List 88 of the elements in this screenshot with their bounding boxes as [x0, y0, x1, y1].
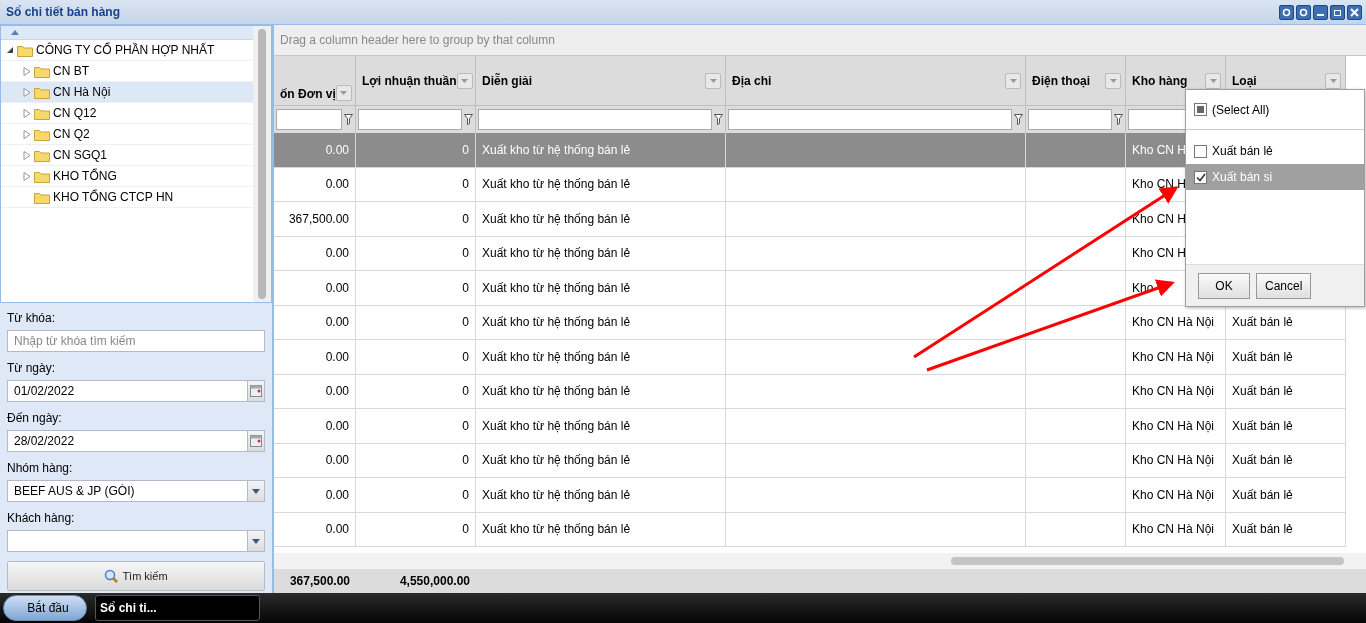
table-cell: Xuất kho từ hệ thống bán lẻ	[476, 478, 726, 513]
table-cell: Xuất kho từ hệ thống bán lẻ	[476, 374, 726, 409]
column-header[interactable]: Diễn giải	[476, 56, 726, 106]
table-cell: 0	[356, 167, 476, 202]
table-cell: Kho CN Hà Nội	[1126, 512, 1226, 547]
tree-label: CN Hà Nội	[53, 85, 111, 99]
table-cell: Xuất kho từ hệ thống bán lẻ	[476, 340, 726, 375]
field-label: Khách hàng:	[7, 511, 76, 525]
table-cell: 0.00	[274, 409, 356, 444]
table-cell: Kho CN Hà Nội	[1126, 478, 1226, 513]
date-field[interactable]: 28/02/2022	[7, 430, 265, 452]
table-cell: Xuất bán lẻ	[1226, 340, 1346, 375]
table-cell: Xuất kho từ hệ thống bán lẻ	[476, 271, 726, 306]
table-cell: Xuất kho từ hệ thống bán lẻ	[476, 167, 726, 202]
column-header[interactable]: ốn Đơn vị	[274, 56, 356, 106]
cancel-button[interactable]: Cancel	[1256, 272, 1312, 299]
table-cell: 0	[356, 236, 476, 271]
table-cell: 0	[356, 409, 476, 444]
field-label: Nhóm hàng:	[7, 461, 74, 475]
tree-label: CÔNG TY CỔ PHẦN HỢP NHẤT	[36, 43, 215, 57]
table-cell: Xuất bán lẻ	[1226, 478, 1346, 513]
table-cell: 0.00	[274, 167, 356, 202]
field-label: Từ ngày:	[7, 361, 57, 375]
group-hint: Drag a column header here to group by that column	[280, 33, 555, 47]
total-value: 4,550,000.00	[398, 573, 471, 590]
tree-label: KHO TỔNG CTCP HN	[53, 190, 174, 204]
table-cell: 0.00	[274, 236, 356, 271]
table-cell: 0.00	[274, 271, 356, 306]
date-field[interactable]: 01/02/2022	[7, 380, 265, 402]
table-cell: Kho CN Hà Nội	[1126, 340, 1226, 375]
table-cell: Xuất bán lẻ	[1226, 305, 1346, 340]
table-cell: Xuất bán lẻ	[1226, 443, 1346, 478]
tree-item[interactable]: KHO TỔNG CTCP HN	[1, 187, 253, 208]
window-title: Sổ chi tiết bán hàng	[6, 5, 120, 19]
table-cell: Xuất kho từ hệ thống bán lẻ	[476, 409, 726, 444]
dropdown-field[interactable]: BEEF AUS & JP (GÓI)	[7, 480, 265, 502]
table-cell: 0	[356, 374, 476, 409]
table-cell: Xuất kho từ hệ thống bán lẻ	[476, 512, 726, 547]
column-header[interactable]: Điện thoại	[1026, 56, 1126, 106]
table-cell: Xuất kho từ hệ thống bán lẻ	[476, 202, 726, 237]
field-label: Đến ngày:	[7, 411, 63, 425]
tree-item[interactable]: KHO TỔNG	[1, 166, 253, 187]
tree-item[interactable]: CÔNG TY CỔ PHẦN HỢP NHẤT	[1, 40, 253, 61]
field-label: Từ khóa:	[7, 311, 57, 325]
field-input[interactable]: 01/02/2022	[8, 384, 247, 398]
table-cell: 0.00	[274, 133, 356, 168]
tree-label: KHO TỔNG	[53, 169, 117, 183]
search-button[interactable]: Tìm kiếm	[7, 561, 265, 591]
table-cell: Xuất bán lẻ	[1226, 512, 1346, 547]
select-all-option[interactable]: (Select All)	[1186, 90, 1364, 130]
tree-label: CN Q12	[53, 106, 97, 120]
total-value: 367,500.00	[288, 573, 351, 590]
table-cell: Xuất kho từ hệ thống bán lẻ	[476, 133, 726, 168]
table-cell: Kho CN Hà Nội	[1126, 305, 1226, 340]
table-cell: Kho CN Hà Nội	[1126, 409, 1226, 444]
table-cell: 0.00	[274, 340, 356, 375]
field-input[interactable]: 28/02/2022	[8, 434, 247, 448]
table-cell: 0	[356, 202, 476, 237]
tree-label: CN BT	[53, 64, 89, 78]
tree-label: CN SGQ1	[53, 148, 107, 162]
table-cell: 0	[356, 512, 476, 547]
table-cell: Xuất kho từ hệ thống bán lẻ	[476, 236, 726, 271]
table-cell: 0.00	[274, 374, 356, 409]
table-cell: 0	[356, 271, 476, 306]
start-button[interactable]: Bắt đầu	[3, 595, 87, 621]
table-cell: Kho CN Hà Nội	[1126, 443, 1226, 478]
table-cell: Xuất kho từ hệ thống bán lẻ	[476, 305, 726, 340]
column-header[interactable]: Địa chỉ	[726, 56, 1026, 106]
ok-button[interactable]: OK	[1198, 272, 1250, 299]
table-cell: Xuất bán lẻ	[1226, 409, 1346, 444]
table-cell: Xuất bán lẻ	[1226, 374, 1346, 409]
table-cell: 0	[356, 133, 476, 168]
column-header[interactable]: Lợi nhuận thuần	[356, 56, 476, 106]
taskbar-button[interactable]: Sổ chi ti...	[95, 595, 260, 621]
table-cell: 0.00	[274, 443, 356, 478]
table-cell: 0	[356, 305, 476, 340]
table-cell: 0	[356, 340, 476, 375]
table-cell: Kho CN Hà Nội	[1126, 374, 1226, 409]
table-cell: 367,500.00	[274, 202, 356, 237]
table-cell: Xuất kho từ hệ thống bán lẻ	[476, 443, 726, 478]
table-cell: 0.00	[274, 305, 356, 340]
table-cell: 0	[356, 478, 476, 513]
field-input[interactable]: BEEF AUS & JP (GÓI)	[8, 484, 247, 498]
table-cell: 0.00	[274, 478, 356, 513]
table-cell: 0.00	[274, 512, 356, 547]
tree-label: CN Q2	[53, 127, 90, 141]
tree-item[interactable]: CN Hà Nội	[1, 82, 253, 103]
table-cell: 0	[356, 443, 476, 478]
